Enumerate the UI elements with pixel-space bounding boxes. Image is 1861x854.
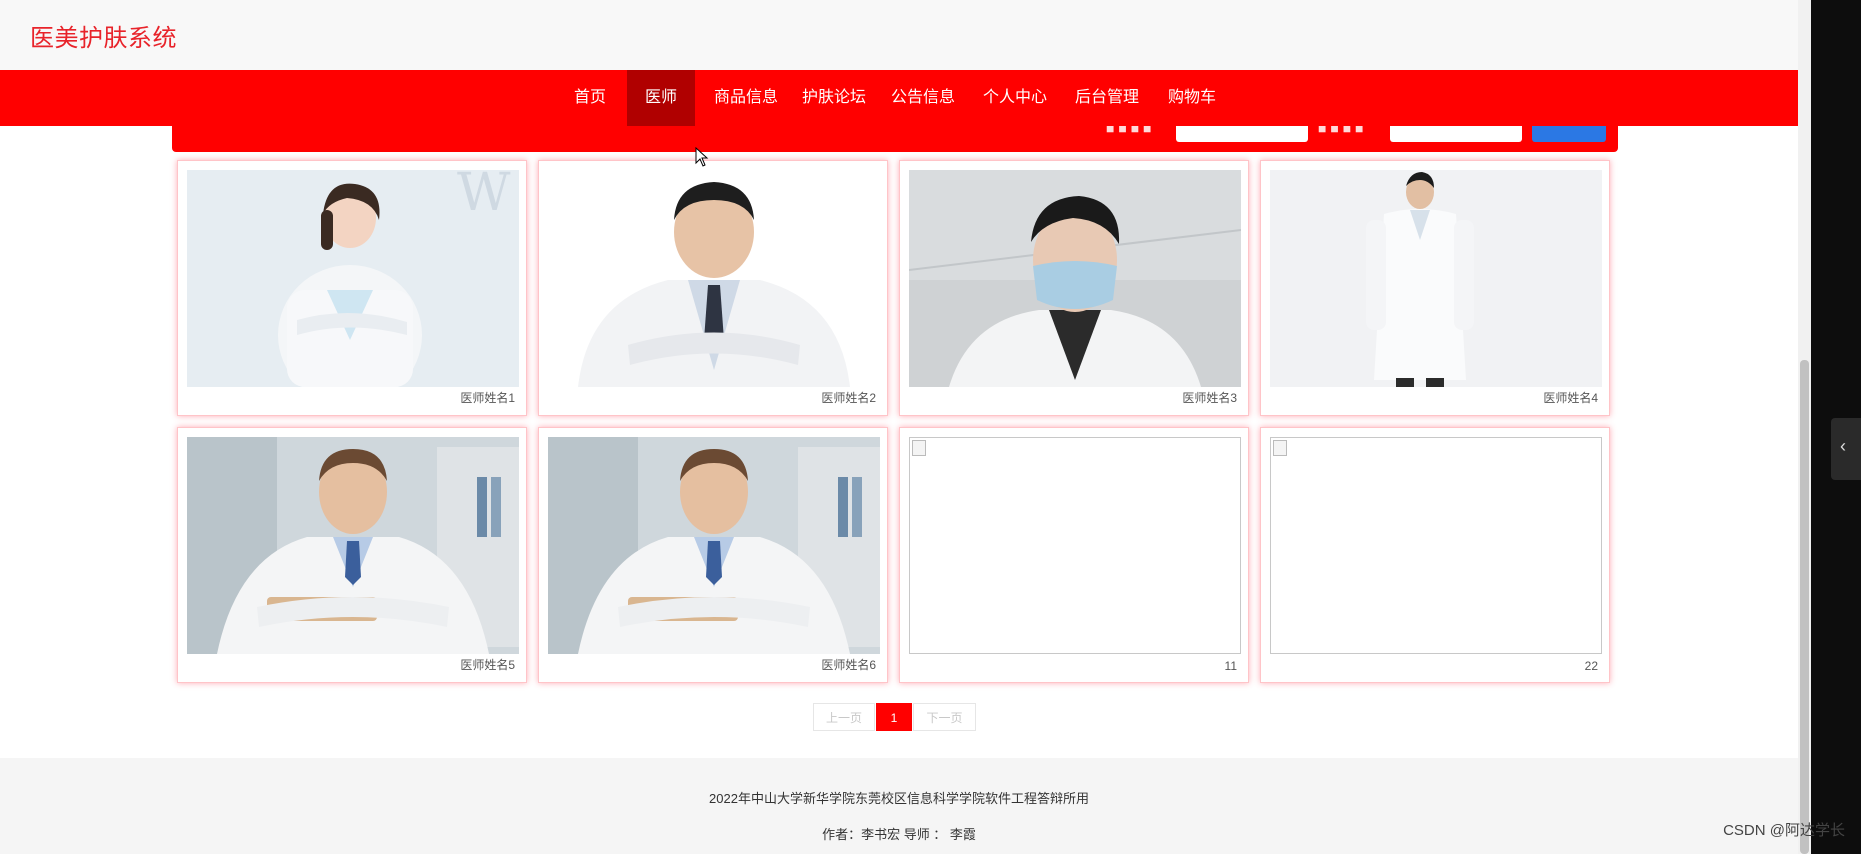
footer: 2022年中山大学新华学院东莞校区信息科学学院软件工程答辩所用 作者：李书宏 导… bbox=[0, 758, 1798, 854]
doctor-photo: W bbox=[187, 170, 519, 387]
nav-cart[interactable]: 购物车 bbox=[1162, 70, 1222, 126]
doctor-name: 22 bbox=[1584, 659, 1598, 673]
chevron-left-icon: ‹ bbox=[1840, 436, 1846, 456]
mouse-cursor-icon bbox=[695, 147, 709, 167]
broken-image-glyph bbox=[912, 440, 926, 456]
doctor-name: 医师姓名6 bbox=[821, 658, 876, 672]
doctor-card-6[interactable]: 医师姓名6 bbox=[538, 427, 888, 683]
site-title: 医美护肤系统 bbox=[30, 25, 177, 52]
doctor-photo bbox=[548, 437, 880, 654]
footer-credits: 作者：李书宏 导师 ： 李霞 bbox=[822, 827, 976, 842]
scrollbar-thumb[interactable] bbox=[1800, 360, 1809, 854]
nav-personal-center[interactable]: 个人中心 bbox=[977, 70, 1053, 126]
doctor-name: 医师姓名4 bbox=[1543, 391, 1598, 405]
broken-image-icon bbox=[909, 437, 1241, 654]
side-panel-toggle[interactable]: ‹ bbox=[1831, 418, 1861, 480]
doctor-card-8[interactable]: 22 bbox=[1260, 427, 1610, 683]
doctor-name: 医师姓名1 bbox=[460, 391, 515, 405]
doctor-photo bbox=[909, 170, 1241, 387]
page-scrollbar[interactable] bbox=[1798, 0, 1811, 854]
footer-copyright: 2022年中山大学新华学院东莞校区信息科学学院软件工程答辩所用 bbox=[709, 791, 1089, 806]
doctor-photo bbox=[187, 437, 519, 654]
nav-announcements[interactable]: 公告信息 bbox=[885, 70, 961, 126]
page-1-button[interactable]: 1 bbox=[876, 703, 912, 731]
doctor-name: 医师姓名2 bbox=[821, 391, 876, 405]
nav-forum[interactable]: 护肤论坛 bbox=[796, 70, 872, 126]
header: 医美护肤系统 bbox=[0, 0, 1798, 70]
nav-home[interactable]: 首页 bbox=[565, 70, 615, 126]
doctor-photo bbox=[548, 170, 880, 387]
doctor-photo bbox=[1270, 170, 1602, 387]
doctor-card-1[interactable]: W 医师姓名1 bbox=[177, 160, 527, 416]
nav-admin[interactable]: 后台管理 bbox=[1069, 70, 1145, 126]
prev-page-button[interactable]: 上一页 bbox=[813, 703, 875, 731]
next-page-button[interactable]: 下一页 bbox=[913, 703, 976, 731]
nav-doctors[interactable]: 医师 bbox=[627, 70, 695, 126]
doctor-card-5[interactable]: 医师姓名5 bbox=[177, 427, 527, 683]
nav-products[interactable]: 商品信息 bbox=[708, 70, 784, 126]
broken-image-glyph bbox=[1273, 440, 1287, 456]
doctor-name: 11 bbox=[1224, 659, 1237, 673]
doctor-name: 医师姓名3 bbox=[1182, 391, 1237, 405]
broken-image-icon bbox=[1270, 437, 1602, 654]
main-nav: 首页 医师 商品信息 护肤论坛 公告信息 个人中心 后台管理 购物车 bbox=[0, 70, 1798, 126]
doctor-card-7[interactable]: 11 bbox=[899, 427, 1249, 683]
doctor-card-3[interactable]: 医师姓名3 bbox=[899, 160, 1249, 416]
watermark: CSDN @阿达学长 bbox=[1723, 822, 1845, 839]
doctor-name: 医师姓名5 bbox=[460, 658, 515, 672]
doctor-card-4[interactable]: 医师姓名4 bbox=[1260, 160, 1610, 416]
doctor-card-2[interactable]: 医师姓名2 bbox=[538, 160, 888, 416]
svg-text:W: W bbox=[457, 170, 511, 223]
page: 医美护肤系统 ■ ■ ■ ■ ■ ■ ■ ■ 首页 医师 商品信息 护肤论坛 公… bbox=[0, 0, 1798, 854]
